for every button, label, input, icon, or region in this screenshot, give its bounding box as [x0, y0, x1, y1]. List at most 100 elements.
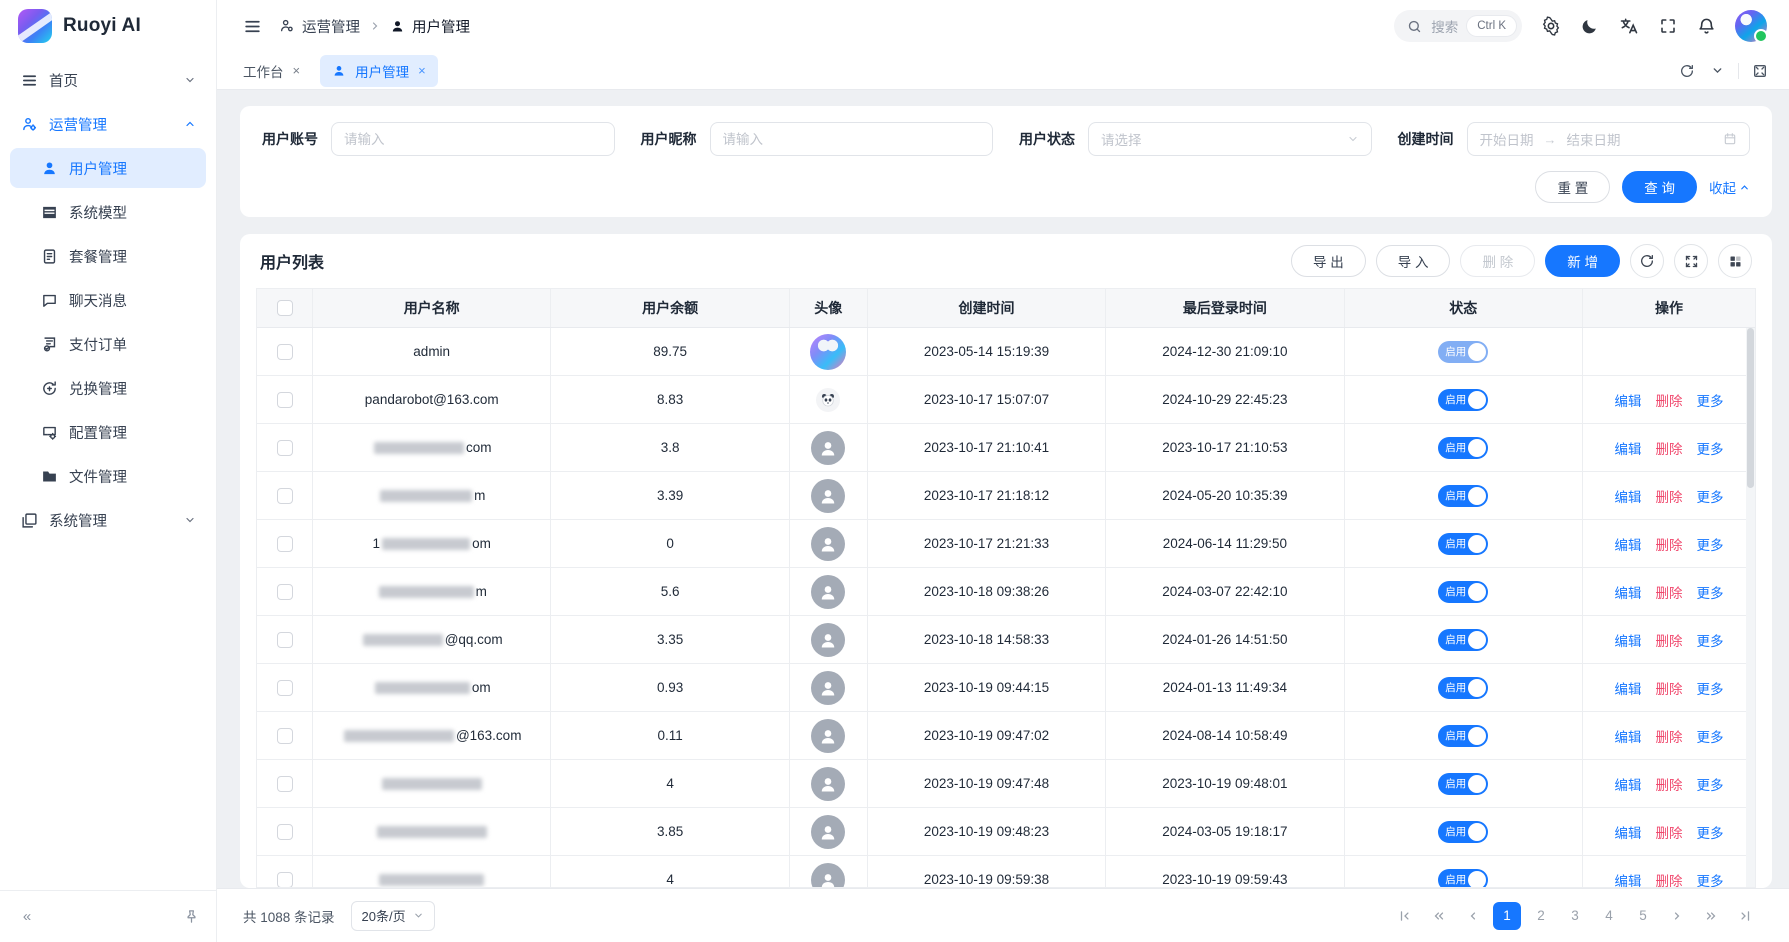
page-button-5[interactable]: 5: [1629, 902, 1657, 930]
nickname-input[interactable]: [710, 122, 994, 156]
edit-link[interactable]: 编辑: [1614, 630, 1641, 650]
status-select[interactable]: 请选择: [1088, 122, 1372, 156]
page-button-3[interactable]: 3: [1561, 902, 1589, 930]
table-scrollbar-thumb[interactable]: [1747, 328, 1754, 488]
delete-link[interactable]: 删除: [1655, 870, 1682, 889]
delete-link[interactable]: 删除: [1655, 390, 1682, 410]
row-checkbox[interactable]: [277, 776, 293, 792]
breadcrumb-item-operations[interactable]: 运营管理: [279, 16, 360, 37]
status-toggle[interactable]: 启用: [1438, 629, 1488, 651]
expand-fullscreen-icon[interactable]: [1674, 244, 1708, 278]
page-button-4[interactable]: 4: [1595, 902, 1623, 930]
delete-link[interactable]: 删除: [1655, 726, 1682, 746]
edit-link[interactable]: 编辑: [1614, 582, 1641, 602]
fullscreen-icon[interactable]: [1657, 16, 1678, 37]
delete-link[interactable]: 删除: [1655, 774, 1682, 794]
status-toggle[interactable]: 启用: [1438, 437, 1488, 459]
row-checkbox[interactable]: [277, 632, 293, 648]
page-button-2[interactable]: 2: [1527, 902, 1555, 930]
date-range-picker[interactable]: 开始日期 → 结束日期: [1467, 122, 1751, 156]
more-link[interactable]: 更多: [1696, 486, 1723, 506]
more-link[interactable]: 更多: [1696, 438, 1723, 458]
edit-link[interactable]: 编辑: [1614, 678, 1641, 698]
delete-link[interactable]: 删除: [1655, 630, 1682, 650]
row-checkbox[interactable]: [277, 488, 293, 504]
sidebar-item-user-management[interactable]: 用户管理: [10, 148, 206, 188]
select-all-checkbox[interactable]: [277, 300, 293, 316]
brand[interactable]: Ruoyi AI: [0, 0, 216, 52]
column-settings-icon[interactable]: [1718, 244, 1752, 278]
edit-link[interactable]: 编辑: [1614, 822, 1641, 842]
sidebar-item-operations[interactable]: 运营管理: [10, 104, 206, 144]
dark-mode-moon-icon[interactable]: [1579, 16, 1600, 37]
page-size-select[interactable]: 20条/页: [351, 901, 435, 931]
tab-user-management[interactable]: 用户管理 ×: [320, 55, 438, 87]
row-checkbox[interactable]: [277, 680, 293, 696]
last-page-button[interactable]: [1731, 902, 1759, 930]
more-link[interactable]: 更多: [1696, 870, 1723, 889]
breadcrumb-item-user-management[interactable]: 用户管理: [390, 16, 470, 37]
delete-link[interactable]: 删除: [1655, 678, 1682, 698]
collapse-filters-link[interactable]: 收起: [1709, 177, 1750, 197]
add-button[interactable]: 新 增: [1545, 245, 1620, 277]
row-checkbox[interactable]: [277, 536, 293, 552]
row-checkbox[interactable]: [277, 584, 293, 600]
status-toggle[interactable]: 启用: [1438, 773, 1488, 795]
prev-group-button[interactable]: [1425, 902, 1453, 930]
next-page-button[interactable]: [1663, 902, 1691, 930]
account-input[interactable]: [331, 122, 615, 156]
refresh-icon[interactable]: [1630, 244, 1664, 278]
status-toggle[interactable]: 启用: [1438, 485, 1488, 507]
status-toggle[interactable]: 启用: [1438, 821, 1488, 843]
delete-link[interactable]: 删除: [1655, 438, 1682, 458]
edit-link[interactable]: 编辑: [1614, 870, 1641, 889]
page-button-1[interactable]: 1: [1493, 902, 1521, 930]
tab-workbench[interactable]: 工作台 ×: [231, 55, 312, 87]
delete-button[interactable]: 删 除: [1460, 245, 1535, 277]
settings-gear-icon[interactable]: [1540, 16, 1561, 37]
status-toggle[interactable]: 启用: [1438, 581, 1488, 603]
sidebar-item-chat-messages[interactable]: 聊天消息: [10, 280, 206, 320]
more-link[interactable]: 更多: [1696, 582, 1723, 602]
more-link[interactable]: 更多: [1696, 774, 1723, 794]
delete-link[interactable]: 删除: [1655, 534, 1682, 554]
sidebar-item-file-management[interactable]: 文件管理: [10, 456, 206, 496]
menu-fold-icon[interactable]: [241, 15, 263, 37]
query-button[interactable]: 查 询: [1622, 171, 1697, 203]
user-avatar[interactable]: [1735, 10, 1767, 42]
row-checkbox[interactable]: [277, 440, 293, 456]
row-checkbox[interactable]: [277, 392, 293, 408]
more-link[interactable]: 更多: [1696, 726, 1723, 746]
delete-link[interactable]: 删除: [1655, 582, 1682, 602]
import-button[interactable]: 导 入: [1376, 245, 1451, 277]
more-link[interactable]: 更多: [1696, 390, 1723, 410]
delete-link[interactable]: 删除: [1655, 822, 1682, 842]
sidebar-pin-button[interactable]: [180, 906, 202, 928]
language-translate-icon[interactable]: [1618, 16, 1639, 37]
sidebar-item-system-model[interactable]: 系统模型: [10, 192, 206, 232]
refresh-icon[interactable]: [1672, 57, 1702, 85]
more-link[interactable]: 更多: [1696, 534, 1723, 554]
more-link[interactable]: 更多: [1696, 822, 1723, 842]
sidebar-item-exchange-management[interactable]: 兑换管理: [10, 368, 206, 408]
export-button[interactable]: 导 出: [1291, 245, 1366, 277]
status-toggle[interactable]: 启用: [1438, 533, 1488, 555]
prev-page-button[interactable]: [1459, 902, 1487, 930]
edit-link[interactable]: 编辑: [1614, 390, 1641, 410]
edit-link[interactable]: 编辑: [1614, 438, 1641, 458]
sidebar-collapse-button[interactable]: «: [14, 904, 40, 930]
notifications-bell-icon[interactable]: [1696, 16, 1717, 37]
status-toggle[interactable]: 启用: [1438, 725, 1488, 747]
first-page-button[interactable]: [1391, 902, 1419, 930]
sidebar-item-payment-orders[interactable]: 支付订单: [10, 324, 206, 364]
sidebar-item-system-management[interactable]: 系统管理: [10, 500, 206, 540]
more-link[interactable]: 更多: [1696, 630, 1723, 650]
chevron-down-icon[interactable]: [1702, 57, 1732, 85]
status-toggle[interactable]: 启用: [1438, 389, 1488, 411]
edit-link[interactable]: 编辑: [1614, 726, 1641, 746]
global-search[interactable]: 搜索 Ctrl K: [1394, 10, 1522, 42]
close-icon[interactable]: ×: [293, 63, 301, 78]
sidebar-item-package-management[interactable]: 套餐管理: [10, 236, 206, 276]
sidebar-item-home[interactable]: 首页: [10, 60, 206, 100]
edit-link[interactable]: 编辑: [1614, 486, 1641, 506]
